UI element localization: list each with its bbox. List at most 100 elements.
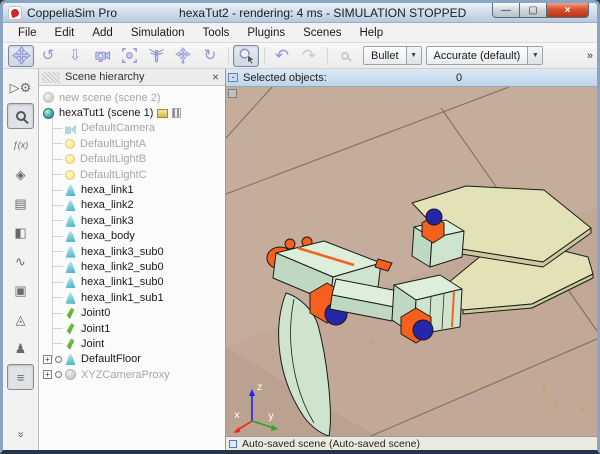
shape-icon [65,245,76,258]
menu-bar: File Edit Add Simulation Tools Plugins Scenes H… [3,23,597,43]
scene-icon [43,107,54,119]
menu-edit[interactable]: Edit [46,25,84,41]
tree-item[interactable]: DefaultLightB [39,152,225,167]
toolbar-separator [228,46,229,65]
path-edit-button[interactable]: ∿ [7,248,34,274]
tree-item[interactable]: hexa_link2 [39,198,225,213]
collections-button[interactable]: ◈ [7,161,34,187]
scripts-button[interactable]: ▤ [7,190,34,216]
view-corner-button[interactable] [228,89,237,98]
expand-icon[interactable]: + [43,354,52,364]
select-button[interactable] [233,44,259,67]
tree-item[interactable]: new scene (scene 2) [39,90,225,105]
menu-scenes[interactable]: Scenes [294,25,350,41]
play-gear-icon: ▷⚙ [9,79,32,95]
tree-guide [52,220,63,222]
scene-icon [43,92,54,104]
menu-file[interactable]: File [9,25,46,41]
tree-item[interactable]: Joint [39,336,225,351]
tree-item[interactable]: + XYZCameraProxy [39,367,225,382]
maximize-button[interactable]: ▢ [520,3,547,18]
tree-guide [52,343,63,345]
tree-guide [52,251,63,253]
camera-pan-button[interactable] [8,44,34,67]
app-name: CoppeliaSim Pro [27,5,118,20]
tree-item[interactable]: hexa_link1_sub0 [39,275,225,290]
joint-icon [66,323,75,335]
minimize-button[interactable]: — [492,3,520,18]
simulation-settings-button[interactable]: ▷⚙ [7,74,34,100]
menu-simulation[interactable]: Simulation [122,25,194,41]
visibility-toggle-icon[interactable] [55,371,62,379]
script-icon: ▤ [14,195,27,211]
shape-icon [65,353,76,366]
tree-item-label: hexa_link1_sub0 [81,276,164,289]
selbar-collapse-button[interactable]: - [228,73,238,82]
menu-tools[interactable]: Tools [194,25,239,41]
object-properties-button[interactable] [7,103,34,129]
camera-angle-button[interactable] [89,45,115,67]
hierarchy-tree: new scene (scene 2) hexaTut1 (scene 1) Def… [39,86,225,450]
shape-icon [65,260,76,273]
toolbar-overflow-button[interactable]: » [587,50,593,62]
tree-item[interactable]: DefaultCamera [39,121,225,136]
selection-button[interactable]: ▣ [7,277,34,303]
collapse-button[interactable]: » [7,421,34,447]
viewport-panel: - Selected objects: 0 z x y Auto-saved s… [226,69,597,450]
redo-button[interactable]: ↷ [296,45,322,67]
close-button[interactable]: × [547,3,589,18]
menu-plugins[interactable]: Plugins [238,25,294,41]
toolbar: ↺ ⇩ ↻ ↶ ↷ Bullet ▼ Accurate (default) ▼ … [3,43,597,69]
menu-help[interactable]: Help [350,25,392,41]
undo-button[interactable]: ↶ [269,45,295,67]
object-rotate-button[interactable]: ↻ [197,45,223,67]
layer-selector-button[interactable]: ≡ [7,364,34,390]
avatar-button[interactable]: ♟ [7,335,34,361]
3d-view[interactable]: z x y [226,87,597,436]
axis-z-label: z [257,382,262,393]
close-icon[interactable]: × [212,71,219,83]
shape-edit-button[interactable]: ◧ [7,219,34,245]
tree-item[interactable]: DefaultLightC [39,167,225,182]
scene-hierarchy-panel: Scene hierarchy × new scene (scene 2) hex… [39,69,226,450]
tree-item[interactable]: hexa_link1_sub1 [39,290,225,305]
camera-rotate-button[interactable]: ↺ [35,45,61,67]
status-text: Auto-saved scene (Auto-saved scene) [242,437,421,450]
chevron-down-icon: ▼ [527,47,543,64]
tree-item[interactable]: Joint1 [39,321,225,336]
tree-item-label: hexa_link3_sub0 [81,245,164,258]
expand-icon[interactable]: + [43,370,52,380]
visualize-dynamics-button[interactable] [332,45,358,67]
fit-to-view-button[interactable] [116,45,142,67]
model-browser-button[interactable]: ◬ [7,306,34,332]
title-bar[interactable]: CoppeliaSim Pro hexaTut2 - rendering: 4 … [3,3,597,23]
engine-dropdown[interactable]: Bullet ▼ [363,46,422,65]
tree-item[interactable]: hexa_body [39,229,225,244]
toolbar-separator [264,46,265,65]
accuracy-dropdown-value: Accurate (default) [433,49,521,62]
tree-item[interactable]: hexa_link3 [39,213,225,228]
accuracy-dropdown[interactable]: Accurate (default) ▼ [425,46,544,65]
hierarchy-header[interactable]: Scene hierarchy × [39,69,225,86]
joint-icon [66,338,75,350]
app-icon [8,5,22,20]
fly-mode-button[interactable] [143,45,169,67]
visibility-toggle-icon[interactable] [55,355,62,363]
path-edit-icon: ∿ [15,253,26,269]
calculation-modules-button[interactable]: ƒ(x) [7,132,34,158]
menu-add[interactable]: Add [83,25,121,41]
tree-guide [52,158,63,160]
layers-icon: ≡ [16,369,25,385]
tree-item[interactable]: + DefaultFloor [39,352,225,367]
tree-item[interactable]: hexaTut1 (scene 1) [39,105,225,120]
tree-guide [52,189,63,191]
camera-zoom-button[interactable]: ⇩ [62,45,88,67]
tree-item[interactable]: Joint0 [39,305,225,320]
tree-item[interactable]: hexa_link3_sub0 [39,244,225,259]
tree-guide [52,174,63,176]
tree-item[interactable]: hexa_link2_sub0 [39,259,225,274]
drag-handle[interactable] [42,71,60,83]
tree-item[interactable]: hexa_link1 [39,182,225,197]
tree-item[interactable]: DefaultLightA [39,136,225,151]
object-shift-button[interactable] [170,45,196,67]
